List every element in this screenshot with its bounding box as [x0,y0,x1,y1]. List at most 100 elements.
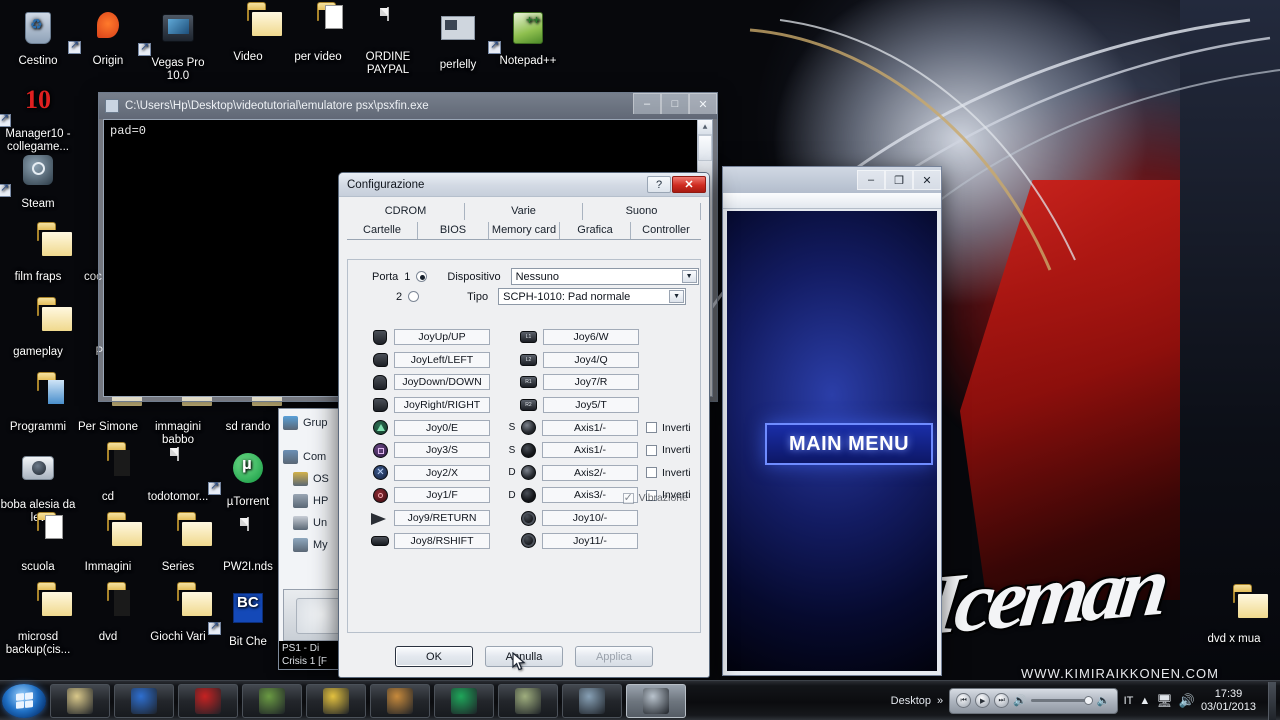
taskbar-button-ares[interactable] [370,683,430,718]
desktop-icon[interactable]: todotomor... [140,447,216,504]
emulator-maximize-button[interactable]: ❐ [885,170,913,190]
taskbar-clock[interactable]: 17:39 03/01/2013 [1201,688,1262,714]
vibration-checkbox[interactable] [622,491,634,504]
desktop-icon[interactable]: Series [140,517,216,574]
binding-value-field[interactable]: Joy0/E [394,419,490,436]
chevron-down-icon[interactable]: ▼ [669,290,685,303]
tab-grafica[interactable]: Grafica [560,222,631,239]
volume-tray-icon[interactable]: 🔊 [1179,693,1195,709]
desktop-icon[interactable]: Vegas Pro 10.0 [138,8,216,82]
port-2-radio[interactable] [408,291,420,302]
start-button[interactable] [2,683,46,718]
ok-button[interactable]: OK [395,646,473,667]
taskbar-button-psx-emulator[interactable] [626,683,686,718]
tab-cdrom[interactable]: CDROM [347,203,465,220]
tray-expand-icon[interactable]: ▲ [1139,695,1150,707]
volume-slider-knob[interactable] [1083,696,1093,705]
taskbar-button-paint-app[interactable] [562,683,622,718]
taskbar-button-pes[interactable] [306,683,366,718]
media-prev-button[interactable]: ⏮ [956,693,972,708]
tab-controller[interactable]: Controller [631,222,701,239]
cancel-button[interactable]: Annulla [485,646,563,667]
desktop-icon[interactable]: Origin [68,8,146,68]
system-tray[interactable]: Desktop » ⏮ ▶ ⏭ 🔊 🔈 IT ▲ 🖥 🔊 17:39 03/01… [891,681,1280,720]
desktop-icon[interactable]: ORDINE PAYPAL [350,7,426,76]
tab-memory-card[interactable]: Memory card [489,222,560,239]
console-maximize-button[interactable]: □ [661,93,689,114]
binding-value-field[interactable]: JoyDown/DOWN [394,374,490,391]
media-next-button[interactable]: ⏭ [994,693,1010,708]
config-tabstrip[interactable]: CDROM Varie Suono Cartelle BIOS Memory card G… [347,203,701,240]
console-scroll-up-icon[interactable]: ▲ [698,120,712,135]
tray-language-indicator[interactable]: IT [1124,695,1134,707]
binding-value-field[interactable]: Joy9/RETURN [394,510,490,527]
taskbar-button-r-game[interactable] [178,683,238,718]
device-select[interactable]: Nessuno ▼ [510,268,699,285]
binding-value-field[interactable]: Joy7/R [543,374,639,391]
binding-value-field[interactable]: JoyRight/RIGHT [394,397,490,414]
desktop-icon[interactable]: Giochi Vari [140,587,216,644]
config-tabrow-top[interactable]: CDROM Varie Suono [347,203,701,220]
binding-value-field[interactable]: Axis1/- [542,442,638,459]
emulator-titlebar[interactable]: – ❐ ✕ [723,167,941,193]
desktop-icon[interactable]: film fraps [0,227,76,284]
desktop-icon[interactable]: per video [280,5,356,64]
port-1-radio[interactable] [416,271,428,282]
console-titlebar[interactable]: C:\Users\Hp\Desktop\videotutorial\emulat… [99,93,717,119]
binding-value-field[interactable]: Axis1/- [542,419,638,436]
desktop-icon[interactable]: microsd backup(cis... [0,587,76,656]
volume-slider[interactable] [1030,696,1093,705]
desktop-icon[interactable]: Steam [0,150,76,211]
desktop-icon[interactable]: gameplay [0,302,76,359]
taskbar-button-google-chrome[interactable] [434,683,494,718]
binding-value-field[interactable]: Joy5/T [543,397,639,414]
invert-checkbox[interactable] [646,444,657,456]
config-help-button[interactable]: ? [647,176,671,193]
taskbar-button-picture-viewer[interactable] [498,683,558,718]
taskbar-task-list[interactable] [46,683,686,718]
binding-value-field[interactable]: Joy1/F [394,487,490,504]
tab-bios[interactable]: BIOS [418,222,489,239]
configuration-dialog[interactable]: Configurazione ? ✕ CDROM Varie Suono Carte… [338,172,710,678]
tab-varie[interactable]: Varie [465,203,583,220]
console-close-button[interactable]: ✕ [689,93,717,114]
emulator-close-button[interactable]: ✕ [913,170,941,190]
desktop-icon[interactable]: dvd x mua [1196,589,1272,646]
binding-value-field[interactable]: Joy2/X [394,464,490,481]
binding-value-field[interactable]: Joy6/W [543,329,639,346]
binding-value-field[interactable]: Joy3/S [394,442,490,459]
desktop-icon[interactable]: Programmi [0,377,76,434]
emulator-window[interactable]: – ❐ ✕ MAIN MENU [722,166,942,676]
desktop-icon[interactable]: ++Notepad++ [488,8,566,68]
desktop-icon[interactable]: cd [70,447,146,504]
desktop-icon[interactable]: BCBit Che [208,588,286,649]
config-close-button[interactable]: ✕ [672,176,706,193]
taskbar[interactable]: Desktop » ⏮ ▶ ⏭ 🔊 🔈 IT ▲ 🖥 🔊 17:39 03/01… [0,680,1280,720]
binding-value-field[interactable]: JoyUp/UP [394,329,490,346]
taskbar-overflow-icon[interactable]: » [937,695,943,707]
binding-value-field[interactable]: JoyLeft/LEFT [394,351,490,368]
desktop-icon[interactable]: Video [210,7,286,64]
show-desktop-button[interactable] [1268,681,1276,720]
invert-checkbox[interactable] [646,467,657,479]
binding-value-field[interactable]: Joy4/Q [543,351,639,368]
desktop-icon[interactable]: ♻ Cestino [0,8,76,68]
desktop-icon[interactable]: dvd [70,587,146,644]
emulator-minimize-button[interactable]: – [857,170,885,190]
media-play-button[interactable]: ▶ [975,693,991,708]
desktop-icon[interactable]: µµTorrent [208,448,286,509]
network-icon[interactable]: 🖥 [1156,693,1173,709]
binding-value-field[interactable]: Joy11/- [542,532,638,549]
tab-suono[interactable]: Suono [583,203,701,220]
console-scroll-thumb[interactable] [698,135,712,161]
taskbar-button-media-player[interactable] [114,683,174,718]
type-select[interactable]: SCPH-1010: Pad normale ▼ [498,288,687,305]
config-tabrow-bottom[interactable]: Cartelle BIOS Memory card Grafica Controller [347,222,701,239]
binding-value-field[interactable]: Axis2/- [542,464,638,481]
desktop-icon[interactable]: PW2I.nds [210,517,286,574]
desktop-icon[interactable]: scuola [0,515,76,574]
desktop-icon[interactable]: perlelly [420,8,496,72]
desktop-icon[interactable]: Immagini [70,517,146,574]
desktop-icon[interactable]: 10Manager10 - collegame... [0,80,76,153]
binding-value-field[interactable]: Joy8/RSHIFT [394,532,490,549]
